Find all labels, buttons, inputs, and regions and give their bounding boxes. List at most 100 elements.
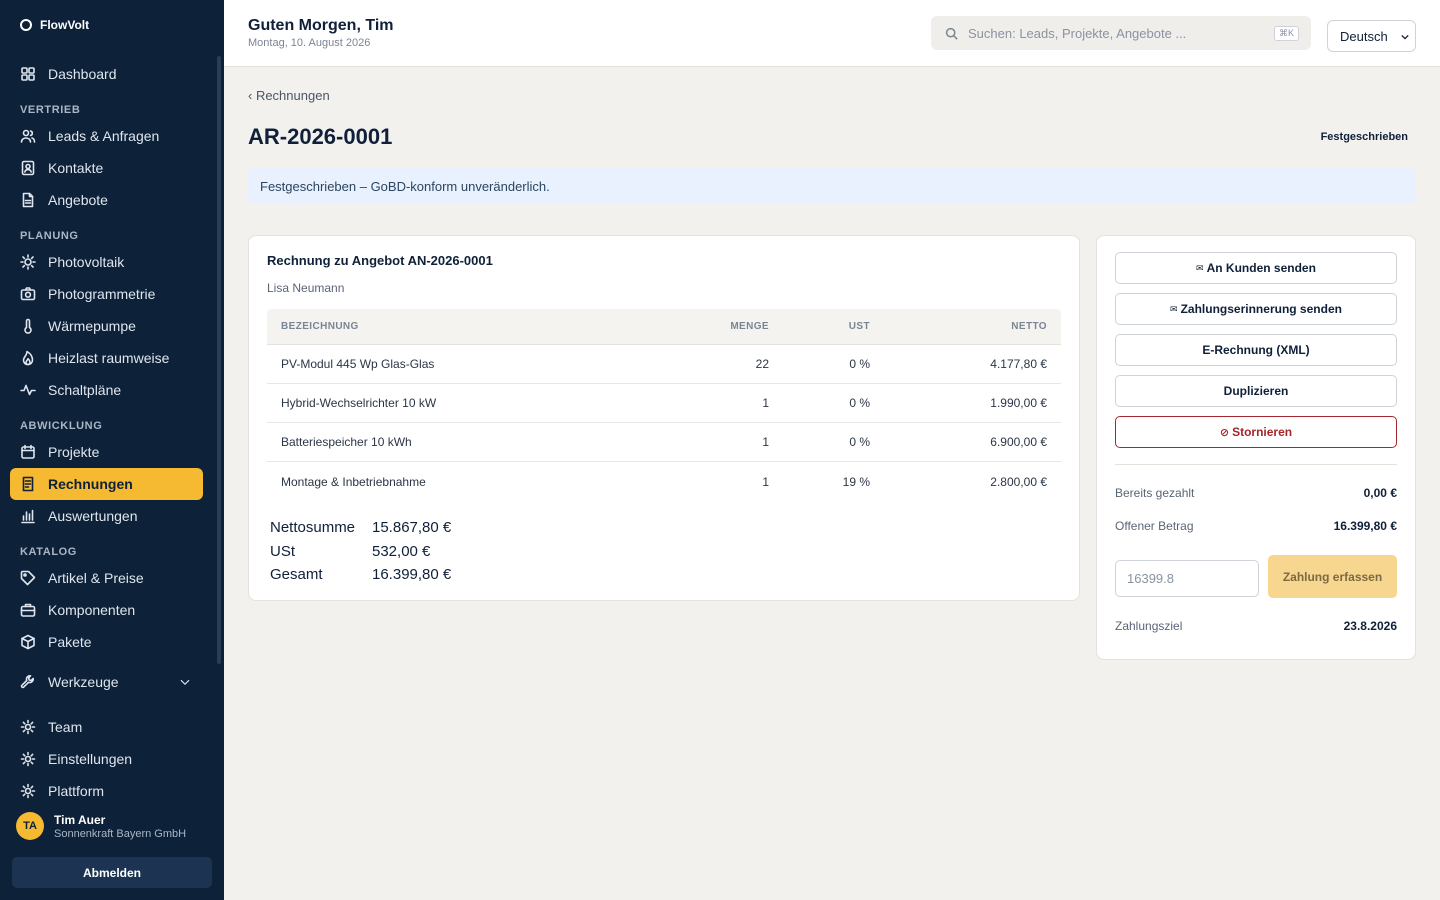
item-net: 1.990,00 € xyxy=(990,396,1047,410)
users-icon xyxy=(20,129,36,143)
sidebar: FlowVolt Dashboard VERTRIEB Leads & Anfr… xyxy=(0,0,224,900)
sidebar-item-label: Komponenten xyxy=(48,602,136,618)
sidebar-item-label: Angebote xyxy=(48,192,108,208)
total-net-value: 15.867,80 € xyxy=(372,519,452,537)
sidebar-item-waermepumpe[interactable]: Wärmepumpe xyxy=(10,310,203,342)
total-net-label: Nettosumme xyxy=(270,519,356,537)
total-vat-label: USt xyxy=(270,542,296,560)
breadcrumb[interactable]: ‹ Rechnungen xyxy=(248,88,330,103)
grid-icon xyxy=(21,67,35,81)
line-items-table: BEZEICHNUNG MENGE UST NETTO PV-Modul 445… xyxy=(267,309,1061,501)
table-row: PV-Modul 445 Wp Glas-Glas 22 0 % 4.177,8… xyxy=(267,345,1061,384)
sidebar-item-kontakte[interactable]: Kontakte xyxy=(10,152,203,184)
send-to-customer-button[interactable]: ✉ An Kunden senden xyxy=(1115,252,1397,284)
sidebar-item-photovoltaik[interactable]: Photovoltaik xyxy=(10,246,203,278)
greeting: Guten Morgen, Tim xyxy=(248,17,394,34)
item-name: Batteriespeicher 10 kWh xyxy=(281,435,412,449)
sidebar-item-heizlast[interactable]: Heizlast raumweise xyxy=(10,342,203,374)
chevron-down-icon xyxy=(1401,34,1409,40)
paid-row: Bereits gezahlt 0,00 € xyxy=(1115,486,1397,500)
paid-value: 0,00 € xyxy=(1363,486,1397,500)
brand-name: FlowVolt xyxy=(40,18,90,32)
thermometer-icon xyxy=(24,318,32,334)
payment-amount-input[interactable]: 16399.8 xyxy=(1115,560,1259,597)
table-row: Montage & Inbetriebnahme 1 19 % 2.800,00… xyxy=(267,462,1061,501)
e-invoice-button[interactable]: E-Rechnung (XML) xyxy=(1115,334,1397,366)
sidebar-item-komponenten[interactable]: Komponenten xyxy=(10,594,203,626)
sidebar-item-label: Team xyxy=(48,719,83,735)
contact-card-icon xyxy=(21,160,35,176)
sidebar-scrollbar[interactable] xyxy=(217,56,221,664)
sidebar-item-label: Photovoltaik xyxy=(48,254,125,270)
button-label: Zahlungserinnerung senden xyxy=(1180,302,1342,316)
sun-icon xyxy=(20,254,36,270)
sidebar-item-auswertungen[interactable]: Auswertungen xyxy=(10,500,203,532)
item-qty: 1 xyxy=(762,435,769,449)
sidebar-item-label: Einstellungen xyxy=(48,751,133,767)
sidebar-item-dashboard[interactable]: Dashboard xyxy=(10,58,203,90)
sidebar-item-leads[interactable]: Leads & Anfragen xyxy=(10,120,203,152)
item-name: Montage & Inbetriebnahme xyxy=(281,474,426,489)
record-payment-button[interactable]: Zahlung erfassen xyxy=(1268,555,1397,598)
divider xyxy=(1115,464,1397,465)
item-qty: 1 xyxy=(762,474,769,489)
settings-icon xyxy=(20,783,36,799)
open-amount-label: Offener Betrag xyxy=(1115,519,1194,533)
total-gross-label: Gesamt xyxy=(270,566,323,584)
sidebar-item-werkzeuge[interactable]: Werkzeuge xyxy=(10,666,203,698)
sidebar-item-photogrammetrie[interactable]: Photogrammetrie xyxy=(10,278,203,310)
sidebar-item-angebote[interactable]: Angebote xyxy=(10,184,203,216)
item-vat: 0 % xyxy=(849,396,870,410)
cancel-invoice-button[interactable]: ⊘ Stornieren xyxy=(1115,416,1397,448)
total-gross-value: 16.399,80 € xyxy=(372,566,452,584)
sidebar-item-rechnungen[interactable]: Rechnungen xyxy=(10,468,203,500)
logout-button[interactable]: Abmelden xyxy=(12,857,212,888)
search-input[interactable]: Suchen: Leads, Projekte, Angebote ... ⌘K xyxy=(931,16,1311,50)
sidebar-item-label: Auswertungen xyxy=(48,508,138,524)
total-gross-row: Gesamt 16.399,80 € xyxy=(270,563,451,587)
due-date-row: Zahlungsziel 23.8.2026 xyxy=(1115,619,1397,633)
user-name: Tim Auer xyxy=(54,812,106,827)
item-qty: 1 xyxy=(762,396,769,410)
language-select[interactable]: Deutsch xyxy=(1327,20,1416,52)
tag-icon xyxy=(20,570,36,586)
item-vat: 0 % xyxy=(849,357,870,371)
sidebar-item-plattform[interactable]: Plattform xyxy=(10,775,203,807)
send-reminder-button[interactable]: ✉ Zahlungserinnerung senden xyxy=(1115,293,1397,325)
flame-icon xyxy=(22,350,34,366)
mail-icon: ✉ xyxy=(1196,262,1204,273)
sidebar-item-team[interactable]: Team xyxy=(10,711,203,743)
sidebar-item-einstellungen[interactable]: Einstellungen xyxy=(10,743,203,775)
item-name: PV-Modul 445 Wp Glas-Glas xyxy=(281,357,435,371)
sidebar-item-projekte[interactable]: Projekte xyxy=(10,436,203,468)
page-title: AR-2026-0001 xyxy=(248,124,393,149)
status-badge: Festgeschrieben xyxy=(1320,131,1408,143)
brand[interactable]: FlowVolt xyxy=(20,18,89,32)
section-abwicklung: ABWICKLUNG xyxy=(20,420,103,432)
totals: Nettosumme 15.867,80 € USt 532,00 € Gesa… xyxy=(270,516,451,587)
actions-card: ✉ An Kunden senden ✉ Zahlungserinnerung … xyxy=(1096,235,1416,660)
sidebar-item-label: Artikel & Preise xyxy=(48,570,144,586)
total-vat-row: USt 532,00 € xyxy=(270,540,451,564)
chevron-down-icon[interactable] xyxy=(179,676,191,688)
button-label: Duplizieren xyxy=(1223,384,1289,398)
sidebar-item-artikel[interactable]: Artikel & Preise xyxy=(10,562,203,594)
sidebar-item-label: Schaltpläne xyxy=(48,382,122,398)
sidebar-item-label: Pakete xyxy=(48,634,92,650)
duplicate-button[interactable]: Duplizieren xyxy=(1115,375,1397,407)
search-placeholder: Suchen: Leads, Projekte, Angebote ... xyxy=(968,25,1187,41)
logo-icon xyxy=(20,19,32,31)
sidebar-item-pakete[interactable]: Pakete xyxy=(10,626,203,658)
button-label: E-Rechnung (XML) xyxy=(1202,343,1310,357)
user-profile[interactable]: TA Tim Auer Sonnenkraft Bayern GmbH xyxy=(16,812,186,840)
open-amount-value: 16.399,80 € xyxy=(1333,519,1397,533)
table-row: Hybrid-Wechselrichter 10 kW 1 0 % 1.990,… xyxy=(267,384,1061,423)
settings-icon xyxy=(20,751,36,767)
item-vat: 0 % xyxy=(849,435,870,449)
sidebar-item-schaltplaene[interactable]: Schaltpläne xyxy=(10,374,203,406)
table-header: BEZEICHNUNG MENGE UST NETTO xyxy=(267,309,1061,345)
search-icon xyxy=(945,27,958,40)
col-net: NETTO xyxy=(1011,321,1047,332)
current-date: Montag, 10. August 2026 xyxy=(248,37,371,49)
bar-chart-icon xyxy=(21,509,35,524)
